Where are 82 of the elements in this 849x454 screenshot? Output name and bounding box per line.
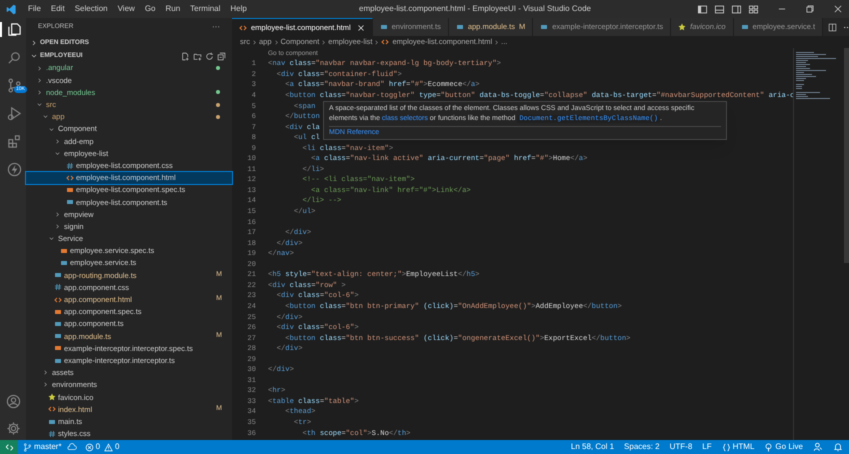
- chevron-icon[interactable]: [48, 235, 55, 242]
- language-mode[interactable]: HTML: [732, 441, 754, 453]
- new-folder-icon[interactable]: [193, 52, 202, 60]
- star-icon: [48, 393, 56, 402]
- broadcast-icon: [764, 442, 774, 452]
- run-debug-icon[interactable]: [6, 106, 22, 121]
- warning-icon: [104, 442, 114, 452]
- split-editor-icon[interactable]: [828, 22, 838, 32]
- chevron-icon: [320, 38, 328, 46]
- branch-icon: [23, 442, 32, 452]
- chevron-icon[interactable]: [48, 126, 55, 133]
- chevron-icon: [272, 38, 280, 46]
- chevron-icon[interactable]: [54, 150, 61, 157]
- extensions-icon[interactable]: [6, 134, 22, 149]
- chevron-icon[interactable]: [36, 64, 43, 72]
- file-type-icon: [540, 23, 548, 31]
- braces-icon: [722, 442, 731, 452]
- chevron-icon[interactable]: [36, 101, 43, 108]
- toggle-panel-icon[interactable]: [714, 4, 725, 14]
- chevron-icon[interactable]: [54, 223, 61, 230]
- code-brackets-icon: [381, 38, 390, 46]
- go-live-button[interactable]: Go Live: [775, 441, 803, 453]
- error-count[interactable]: 0: [96, 441, 100, 453]
- menu-item[interactable]: Go: [140, 3, 160, 15]
- remote-icon: [4, 442, 14, 452]
- chevron-icon: [251, 38, 258, 46]
- new-file-icon[interactable]: [181, 52, 190, 60]
- code-brackets-icon: [54, 296, 62, 304]
- chevron-icon[interactable]: [30, 52, 38, 60]
- chevron-icon: [373, 38, 380, 46]
- refresh-icon[interactable]: [205, 52, 214, 60]
- warning-count[interactable]: 0: [115, 441, 120, 453]
- chevron-icon[interactable]: [30, 39, 38, 47]
- menu-item[interactable]: Help: [225, 3, 252, 15]
- menu-item[interactable]: Edit: [46, 3, 70, 15]
- chevron-icon[interactable]: [54, 210, 61, 218]
- account-icon[interactable]: [6, 394, 20, 409]
- menu-item[interactable]: File: [23, 3, 46, 15]
- file-type-icon: [740, 23, 749, 31]
- layout-icon[interactable]: [748, 4, 759, 14]
- hash-icon: [48, 430, 56, 438]
- chevron-icon: [493, 38, 500, 46]
- cloud-sync-icon[interactable]: [66, 442, 77, 452]
- chevron-icon[interactable]: [36, 88, 43, 96]
- search-icon[interactable]: [6, 50, 22, 65]
- chevron-icon[interactable]: [54, 138, 61, 145]
- code-brackets-icon: [66, 174, 74, 182]
- status-item[interactable]: Spaces: 2: [624, 441, 660, 453]
- hash-icon: [54, 283, 62, 292]
- more-actions-button[interactable]: ···: [212, 21, 220, 33]
- chevron-icon[interactable]: [42, 369, 49, 376]
- toggle-sidebar-icon[interactable]: [697, 4, 708, 14]
- feedback-icon[interactable]: [813, 442, 823, 452]
- close-icon[interactable]: [833, 4, 843, 14]
- chevron-icon[interactable]: [42, 113, 49, 120]
- file-type-icon: [380, 23, 388, 31]
- restore-icon[interactable]: [805, 4, 815, 14]
- code-brackets-icon: [239, 24, 247, 32]
- chevron-icon[interactable]: [42, 381, 49, 388]
- chevron-icon[interactable]: [36, 76, 43, 84]
- status-item[interactable]: UTF-8: [670, 441, 692, 453]
- files-icon[interactable]: [6, 22, 22, 37]
- settings-icon[interactable]: [6, 421, 20, 436]
- toggle-secondary-sidebar-icon[interactable]: [731, 4, 742, 14]
- menu-item[interactable]: Selection: [70, 3, 113, 15]
- star-icon: [678, 23, 686, 31]
- menu-item[interactable]: View: [112, 3, 140, 15]
- collapse-all-icon[interactable]: [217, 52, 226, 60]
- menu-item[interactable]: Run: [160, 3, 186, 15]
- error-icon: [84, 442, 94, 452]
- hash-icon: [66, 162, 74, 170]
- status-item[interactable]: Ln 58, Col 1: [570, 441, 614, 453]
- remote-button[interactable]: [0, 440, 18, 454]
- code-brackets-icon: [48, 405, 56, 414]
- status-item[interactable]: LF: [702, 441, 712, 453]
- file-type-icon: [456, 23, 464, 31]
- window-title: employee-list.component.html - EmployeeUI - Visual Studio Code: [358, 3, 592, 15]
- menu-item[interactable]: Terminal: [185, 3, 226, 15]
- lightning-icon[interactable]: [6, 162, 22, 177]
- vscode-logo-icon: [6, 4, 17, 14]
- bell-icon[interactable]: [833, 442, 843, 452]
- branch-name[interactable]: master*: [34, 441, 62, 453]
